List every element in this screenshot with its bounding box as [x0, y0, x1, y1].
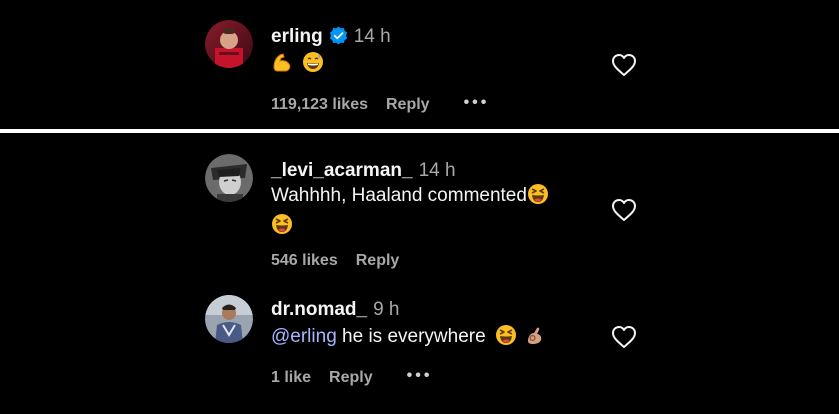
grinning-sweat-face-emoji: [302, 51, 324, 83]
username[interactable]: erling: [271, 26, 323, 47]
timestamp: 9 h: [373, 299, 400, 320]
reply-button[interactable]: Reply: [356, 252, 400, 269]
timestamp: 14 h: [418, 160, 456, 181]
comment-meta: 1 like Reply •••: [271, 366, 432, 388]
verified-badge-icon: [329, 26, 348, 52]
username[interactable]: _levi_acarman_: [271, 160, 413, 181]
reply-button[interactable]: Reply: [329, 369, 373, 386]
comment-text-line-2: [271, 211, 293, 245]
likes-count[interactable]: 1 like: [271, 369, 311, 386]
username[interactable]: dr.nomad_: [271, 299, 367, 320]
ok-hand-emoji: [524, 324, 546, 356]
section-divider: [0, 129, 839, 133]
more-options-icon[interactable]: •••: [464, 93, 490, 113]
comment-header-erling: erling 14 h: [271, 25, 391, 52]
comment-text: [271, 49, 324, 83]
mention-link[interactable]: @erling: [271, 326, 337, 347]
timestamp: 14 h: [353, 26, 391, 47]
likes-count[interactable]: 119,123 likes: [271, 96, 368, 113]
more-options-icon[interactable]: •••: [407, 366, 433, 386]
like-heart-icon[interactable]: [611, 53, 637, 77]
avatar-erling[interactable]: [205, 20, 253, 68]
reply-button[interactable]: Reply: [386, 96, 430, 113]
squinting-laughing-face-emoji: [271, 213, 293, 245]
comment-header-dr-nomad: dr.nomad_ 9 h: [271, 298, 400, 322]
comment-body: he is everywhere: [336, 326, 486, 347]
like-heart-icon[interactable]: [611, 325, 637, 349]
avatar-levi[interactable]: [205, 154, 253, 202]
avatar-dr-nomad[interactable]: [205, 295, 253, 343]
comment-text: @erling he is everywhere: [271, 322, 546, 356]
like-heart-icon[interactable]: [611, 198, 637, 222]
comment-body: Wahhhh, Haaland commented: [271, 185, 527, 206]
squinting-laughing-face-emoji: [495, 324, 517, 356]
comment-meta: 119,123 likes Reply •••: [271, 93, 489, 115]
comment-header-levi: _levi_acarman_ 14 h: [271, 159, 456, 183]
likes-count[interactable]: 546 likes: [271, 252, 338, 269]
squinting-laughing-face-emoji: [527, 183, 549, 215]
flexed-biceps-emoji: [271, 51, 293, 83]
comment-meta: 546 likes Reply: [271, 251, 399, 271]
comment-text: Wahhhh, Haaland commented: [271, 181, 549, 215]
